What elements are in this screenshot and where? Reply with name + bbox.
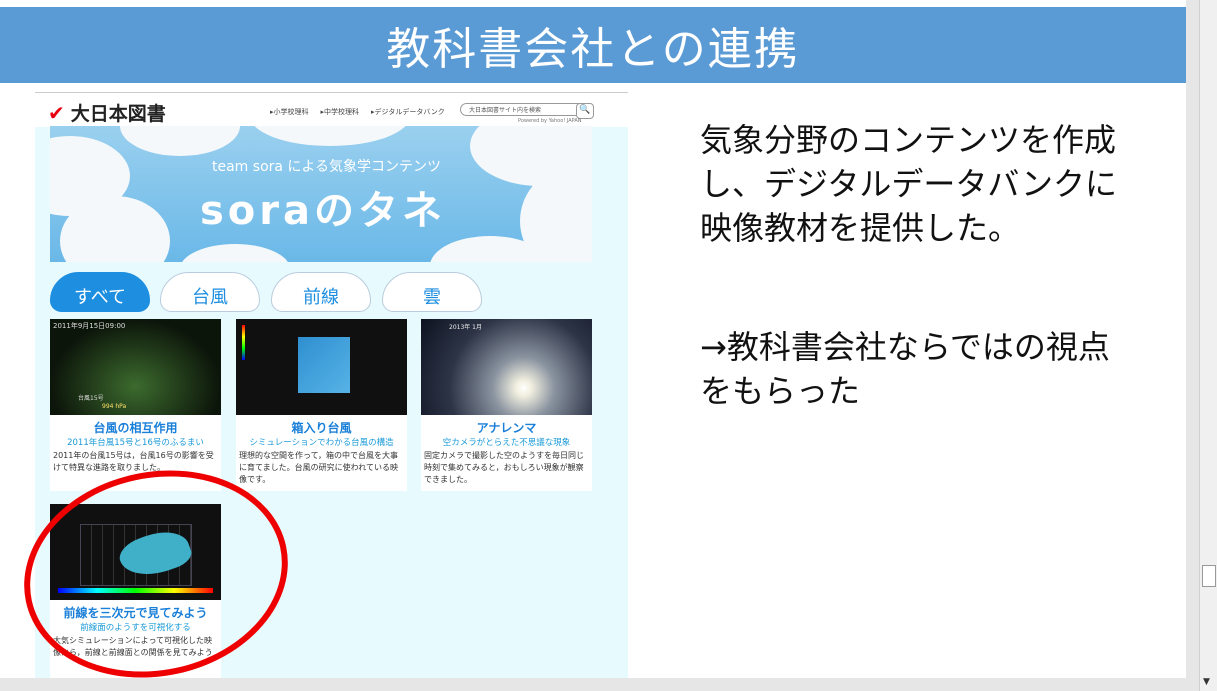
card-subtitle: 2011年台風15号と16号のふるまい	[67, 438, 204, 448]
hero-banner: team sora による気象学コンテンツ soraのタネ	[50, 126, 592, 262]
hero-subtitle: team sora による気象学コンテンツ	[212, 159, 441, 175]
tab-typhoon: 台風	[160, 272, 260, 312]
tab-cloud: 雲	[382, 272, 482, 312]
card-description: 理想的な空間を作って，箱の中で台風を大事に育てました。台風の研究に使われている映…	[239, 451, 399, 484]
nav-elementary: ▸小学校理科	[270, 108, 309, 116]
card-timestamp: 2013年 1月	[449, 324, 482, 331]
vertical-scrollbar[interactable]: ▼	[1199, 0, 1217, 691]
content-card: 箱入り台風 シミュレーションでわかる台風の構造 理想的な空間を作って，箱の中で台…	[236, 319, 407, 491]
card-description: 固定カメラで撮影した空のようすを毎日同じ時刻で集めてみると，おもしろい現象が観察…	[424, 451, 584, 484]
slide-title: 教科書会社との連携	[386, 24, 800, 75]
category-tabs: すべて 台風 前線 雲	[50, 272, 610, 314]
scrollbar-thumb[interactable]	[1202, 565, 1216, 587]
content-card: 2013年 1月 アナレンマ 空カメラがとらえた不思議な現象 固定カメラで撮影し…	[421, 319, 592, 491]
powered-by: Powered by Yahoo! JAPAN	[518, 118, 582, 124]
site-search-box: 大日本図書サイト内を検索	[460, 103, 590, 116]
card-subtitle: 空カメラがとらえた不思議な現象	[442, 438, 571, 448]
card-title: 台風の相互作用	[93, 421, 178, 435]
card-timestamp: 2011年9月15日09:00	[53, 322, 126, 330]
card-subtitle: シミュレーションでわかる台風の構造	[249, 438, 394, 448]
slide-title-bar: 教科書会社との連携	[0, 7, 1186, 83]
card-storm-label: 台風15号	[78, 395, 104, 402]
slide-body-text-2: →教科書会社ならではの視点をもらった	[700, 328, 1110, 410]
site-header: ✔ 大日本図書 ▸小学校理科 ▸中学校理科 ▸デジタルデータバンク 大日本図書サ…	[35, 92, 628, 127]
logo-mark-icon: ✔	[48, 100, 65, 125]
card-title: 箱入り台風	[291, 421, 352, 435]
card-pressure: 994 hPa	[102, 403, 127, 410]
nav-junior-high: ▸中学校理科	[320, 108, 360, 116]
card-title: アナレンマ	[476, 421, 537, 435]
nav-data-bank: ▸デジタルデータバンク	[371, 108, 445, 116]
search-icon: 🔍	[576, 103, 594, 119]
card-thumbnail: 2011年9月15日09:00 台風15号 994 hPa	[50, 319, 221, 415]
tab-all: すべて	[50, 272, 150, 312]
scroll-down-icon[interactable]: ▼	[1203, 677, 1210, 687]
slide-canvas: 教科書会社との連携 ✔ 大日本図書 ▸小学校理科 ▸中学校理科 ▸デジタルデータ…	[0, 0, 1186, 678]
card-thumbnail: 2013年 1月	[421, 319, 592, 415]
bottom-gutter	[0, 678, 1199, 691]
hero-title: soraのタネ	[200, 188, 447, 234]
slide-body-text: 気象分野のコンテンツを作成し、デジタルデータバンクに映像教材を提供した。	[700, 121, 1117, 247]
card-thumbnail	[236, 319, 407, 415]
site-logo-text: 大日本図書	[70, 103, 166, 125]
site-nav: ▸小学校理科 ▸中学校理科 ▸デジタルデータバンク	[270, 107, 445, 117]
site-logo: ✔ 大日本図書	[48, 99, 166, 126]
tab-front: 前線	[271, 272, 371, 312]
content-card: 2011年9月15日09:00 台風15号 994 hPa 台風の相互作用 20…	[50, 319, 221, 491]
